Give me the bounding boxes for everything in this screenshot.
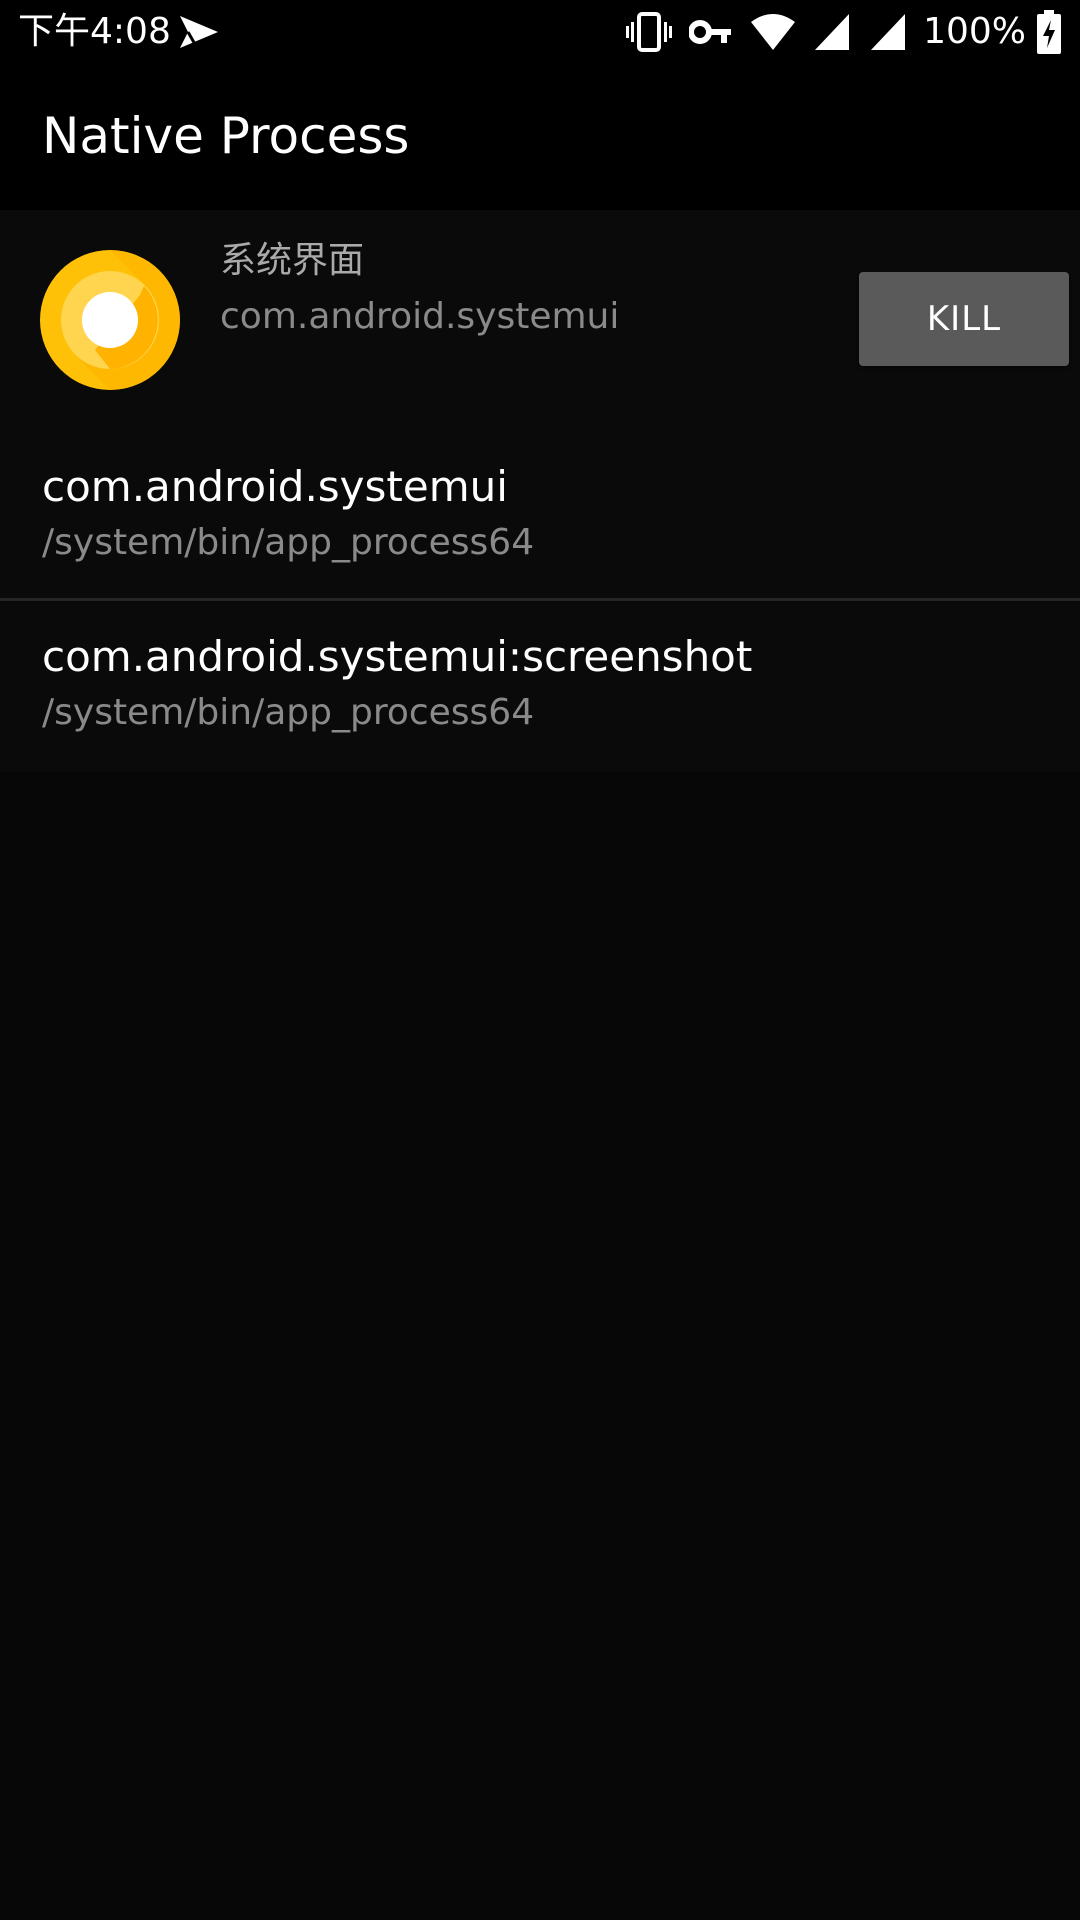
app-label: 系统界面	[220, 240, 365, 281]
process-name: com.android.systemui	[42, 462, 508, 511]
content: 系统界面 com.android.systemui KILL com.andro…	[0, 210, 1080, 1920]
navigation-icon	[180, 16, 218, 48]
app-package-name: com.android.systemui	[220, 296, 620, 337]
status-bar: 下午4:08 100%	[0, 0, 1080, 64]
page-title: Native Process	[42, 107, 410, 165]
android-oreo-icon	[40, 250, 180, 390]
status-icons: 100%	[609, 8, 1062, 56]
status-time: 下午4:08	[18, 11, 171, 52]
process-list-item[interactable]: com.android.systemui:screenshot /system/…	[0, 602, 1080, 772]
kill-button[interactable]: KILL	[859, 272, 1069, 366]
process-name: com.android.systemui:screenshot	[42, 632, 753, 681]
app-info-header: 系统界面 com.android.systemui KILL	[0, 210, 1080, 432]
battery-charging-icon	[1037, 10, 1061, 54]
vibrate-icon	[626, 12, 673, 52]
process-path: /system/bin/app_process64	[42, 522, 535, 563]
signal-icon	[815, 14, 850, 50]
process-list-item[interactable]: com.android.systemui /system/bin/app_pro…	[0, 432, 1080, 602]
signal-icon	[871, 14, 906, 50]
app-bar: Native Process	[0, 64, 1080, 210]
vpn-key-icon	[689, 20, 732, 44]
process-path: /system/bin/app_process64	[42, 692, 535, 733]
wifi-icon	[751, 14, 796, 50]
divider	[0, 598, 1080, 601]
battery-percent: 100%	[923, 11, 1026, 52]
